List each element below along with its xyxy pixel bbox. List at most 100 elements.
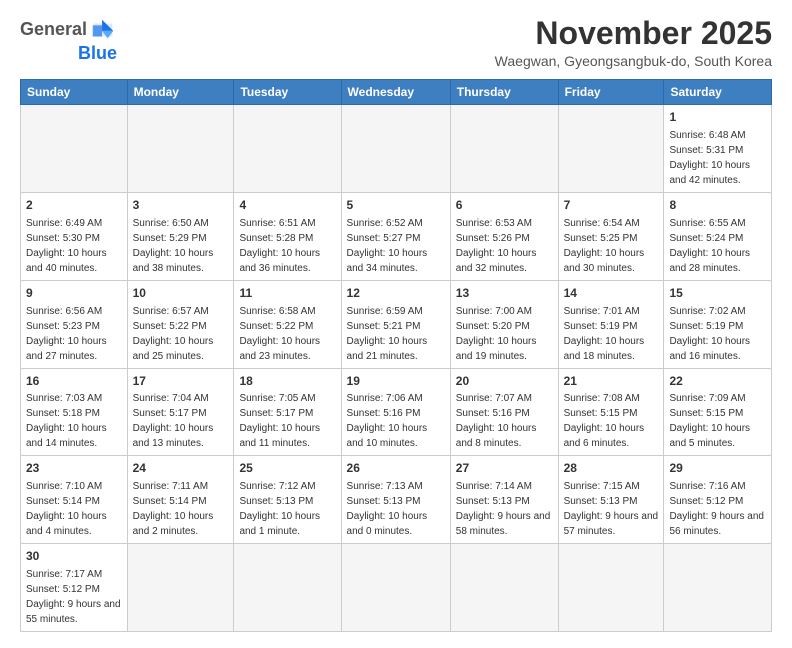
calendar-week-4: 23Sunrise: 7:10 AM Sunset: 5:14 PM Dayli… [21,456,772,544]
calendar-cell: 11 Sunrise: 6:58 AM Sunset: 5:22 PM Dayli… [234,280,341,368]
logo-general: General [20,20,87,40]
day-number: 20 [456,373,553,390]
day-info: Sunrise: 7:03 AM Sunset: 5:18 PM Dayligh… [26,391,122,451]
calendar-cell: 5 Sunrise: 6:52 AM Sunset: 5:27 PM Daylig… [341,192,450,280]
day-number: 23 [26,460,122,477]
calendar-cell: 7 Sunrise: 6:54 AM Sunset: 5:25 PM Daylig… [558,192,664,280]
calendar-cell [558,105,664,193]
day-info: Sunrise: 7:05 AM Sunset: 5:17 PM Dayligh… [239,391,335,451]
day-number: 11 [239,285,335,302]
day-number: 27 [456,460,553,477]
day-number: 25 [239,460,335,477]
day-number: 18 [239,373,335,390]
day-number: 9 [26,285,122,302]
calendar-cell: 8 Sunrise: 6:55 AM Sunset: 5:24 PM Daylig… [664,192,772,280]
day-info: Sunrise: 6:53 AM Sunset: 5:26 PM Dayligh… [456,216,553,276]
day-info: Sunrise: 6:51 AM Sunset: 5:28 PM Dayligh… [239,216,335,276]
col-monday: Monday [127,80,234,105]
day-info: Sunrise: 6:55 AM Sunset: 5:24 PM Dayligh… [669,216,766,276]
page: General Blue November 2025 Waegwan, Gyeo… [0,0,792,648]
logo-blue-text: Blue [78,44,117,64]
calendar-cell [234,544,341,632]
calendar-cell: 4 Sunrise: 6:51 AM Sunset: 5:28 PM Daylig… [234,192,341,280]
day-number: 19 [347,373,445,390]
col-saturday: Saturday [664,80,772,105]
day-number: 2 [26,197,122,214]
day-info: Sunrise: 6:50 AM Sunset: 5:29 PM Dayligh… [133,216,229,276]
calendar-cell: 24 Sunrise: 7:11 AM Sunset: 5:14 PM Dayli… [127,456,234,544]
location: Waegwan, Gyeongsangbuk-do, South Korea [495,53,772,69]
calendar-week-1: 2Sunrise: 6:49 AM Sunset: 5:30 PM Daylig… [21,192,772,280]
day-number: 1 [669,109,766,126]
calendar-cell: 27Sunrise: 7:14 AM Sunset: 5:13 PM Dayli… [450,456,558,544]
calendar-week-0: 1 Sunrise: 6:48 AM Sunset: 5:31 PM Daylig… [21,105,772,193]
day-info: Sunrise: 6:59 AM Sunset: 5:21 PM Dayligh… [347,304,445,364]
day-info: Sunrise: 7:04 AM Sunset: 5:17 PM Dayligh… [133,391,229,451]
month-title: November 2025 [495,16,772,51]
col-tuesday: Tuesday [234,80,341,105]
day-number: 21 [564,373,659,390]
calendar-header: Sunday Monday Tuesday Wednesday Thursday… [21,80,772,105]
calendar-cell: 18Sunrise: 7:05 AM Sunset: 5:17 PM Dayli… [234,368,341,456]
day-number: 8 [669,197,766,214]
calendar-cell [234,105,341,193]
day-info: Sunrise: 7:11 AM Sunset: 5:14 PM Dayligh… [133,479,229,539]
day-number: 10 [133,285,229,302]
day-number: 5 [347,197,445,214]
col-thursday: Thursday [450,80,558,105]
day-info: Sunrise: 6:56 AM Sunset: 5:23 PM Dayligh… [26,304,122,364]
calendar-cell: 17Sunrise: 7:04 AM Sunset: 5:17 PM Dayli… [127,368,234,456]
calendar-cell: 2Sunrise: 6:49 AM Sunset: 5:30 PM Daylig… [21,192,128,280]
day-number: 30 [26,548,122,565]
day-number: 7 [564,197,659,214]
day-info: Sunrise: 7:08 AM Sunset: 5:15 PM Dayligh… [564,391,659,451]
calendar-cell: 14 Sunrise: 7:01 AM Sunset: 5:19 PM Dayli… [558,280,664,368]
calendar-cell [558,544,664,632]
calendar-cell: 23Sunrise: 7:10 AM Sunset: 5:14 PM Dayli… [21,456,128,544]
day-info: Sunrise: 6:57 AM Sunset: 5:22 PM Dayligh… [133,304,229,364]
calendar-cell [127,105,234,193]
logo-blue-icon [89,16,117,44]
day-info: Sunrise: 7:09 AM Sunset: 5:15 PM Dayligh… [669,391,766,451]
day-info: Sunrise: 7:00 AM Sunset: 5:20 PM Dayligh… [456,304,553,364]
day-number: 29 [669,460,766,477]
calendar-cell [450,105,558,193]
day-number: 24 [133,460,229,477]
calendar-cell: 26Sunrise: 7:13 AM Sunset: 5:13 PM Dayli… [341,456,450,544]
header: General Blue November 2025 Waegwan, Gyeo… [20,16,772,69]
day-info: Sunrise: 7:17 AM Sunset: 5:12 PM Dayligh… [26,567,122,627]
calendar-cell [450,544,558,632]
day-info: Sunrise: 7:01 AM Sunset: 5:19 PM Dayligh… [564,304,659,364]
calendar-cell: 30 Sunrise: 7:17 AM Sunset: 5:12 PM Dayli… [21,544,128,632]
calendar-cell [341,105,450,193]
calendar-cell: 3Sunrise: 6:50 AM Sunset: 5:29 PM Daylig… [127,192,234,280]
calendar-cell: 19Sunrise: 7:06 AM Sunset: 5:16 PM Dayli… [341,368,450,456]
day-number: 28 [564,460,659,477]
day-number: 4 [239,197,335,214]
day-number: 26 [347,460,445,477]
calendar-body: 1 Sunrise: 6:48 AM Sunset: 5:31 PM Daylig… [21,105,772,632]
calendar-cell: 28 Sunrise: 7:15 AM Sunset: 5:13 PM Dayli… [558,456,664,544]
calendar-cell: 22Sunrise: 7:09 AM Sunset: 5:15 PM Dayli… [664,368,772,456]
col-wednesday: Wednesday [341,80,450,105]
day-info: Sunrise: 6:54 AM Sunset: 5:25 PM Dayligh… [564,216,659,276]
calendar-cell [664,544,772,632]
day-number: 22 [669,373,766,390]
day-info: Sunrise: 6:52 AM Sunset: 5:27 PM Dayligh… [347,216,445,276]
calendar-cell: 12Sunrise: 6:59 AM Sunset: 5:21 PM Dayli… [341,280,450,368]
day-info: Sunrise: 6:58 AM Sunset: 5:22 PM Dayligh… [239,304,335,364]
day-number: 14 [564,285,659,302]
calendar-cell: 1 Sunrise: 6:48 AM Sunset: 5:31 PM Daylig… [664,105,772,193]
weekday-row: Sunday Monday Tuesday Wednesday Thursday… [21,80,772,105]
day-info: Sunrise: 7:16 AM Sunset: 5:12 PM Dayligh… [669,479,766,539]
calendar-cell: 20Sunrise: 7:07 AM Sunset: 5:16 PM Dayli… [450,368,558,456]
day-number: 17 [133,373,229,390]
day-info: Sunrise: 7:07 AM Sunset: 5:16 PM Dayligh… [456,391,553,451]
day-info: Sunrise: 6:48 AM Sunset: 5:31 PM Dayligh… [669,128,766,188]
day-info: Sunrise: 7:06 AM Sunset: 5:16 PM Dayligh… [347,391,445,451]
calendar-week-3: 16Sunrise: 7:03 AM Sunset: 5:18 PM Dayli… [21,368,772,456]
day-info: Sunrise: 7:15 AM Sunset: 5:13 PM Dayligh… [564,479,659,539]
col-sunday: Sunday [21,80,128,105]
calendar-cell: 9 Sunrise: 6:56 AM Sunset: 5:23 PM Daylig… [21,280,128,368]
day-number: 15 [669,285,766,302]
